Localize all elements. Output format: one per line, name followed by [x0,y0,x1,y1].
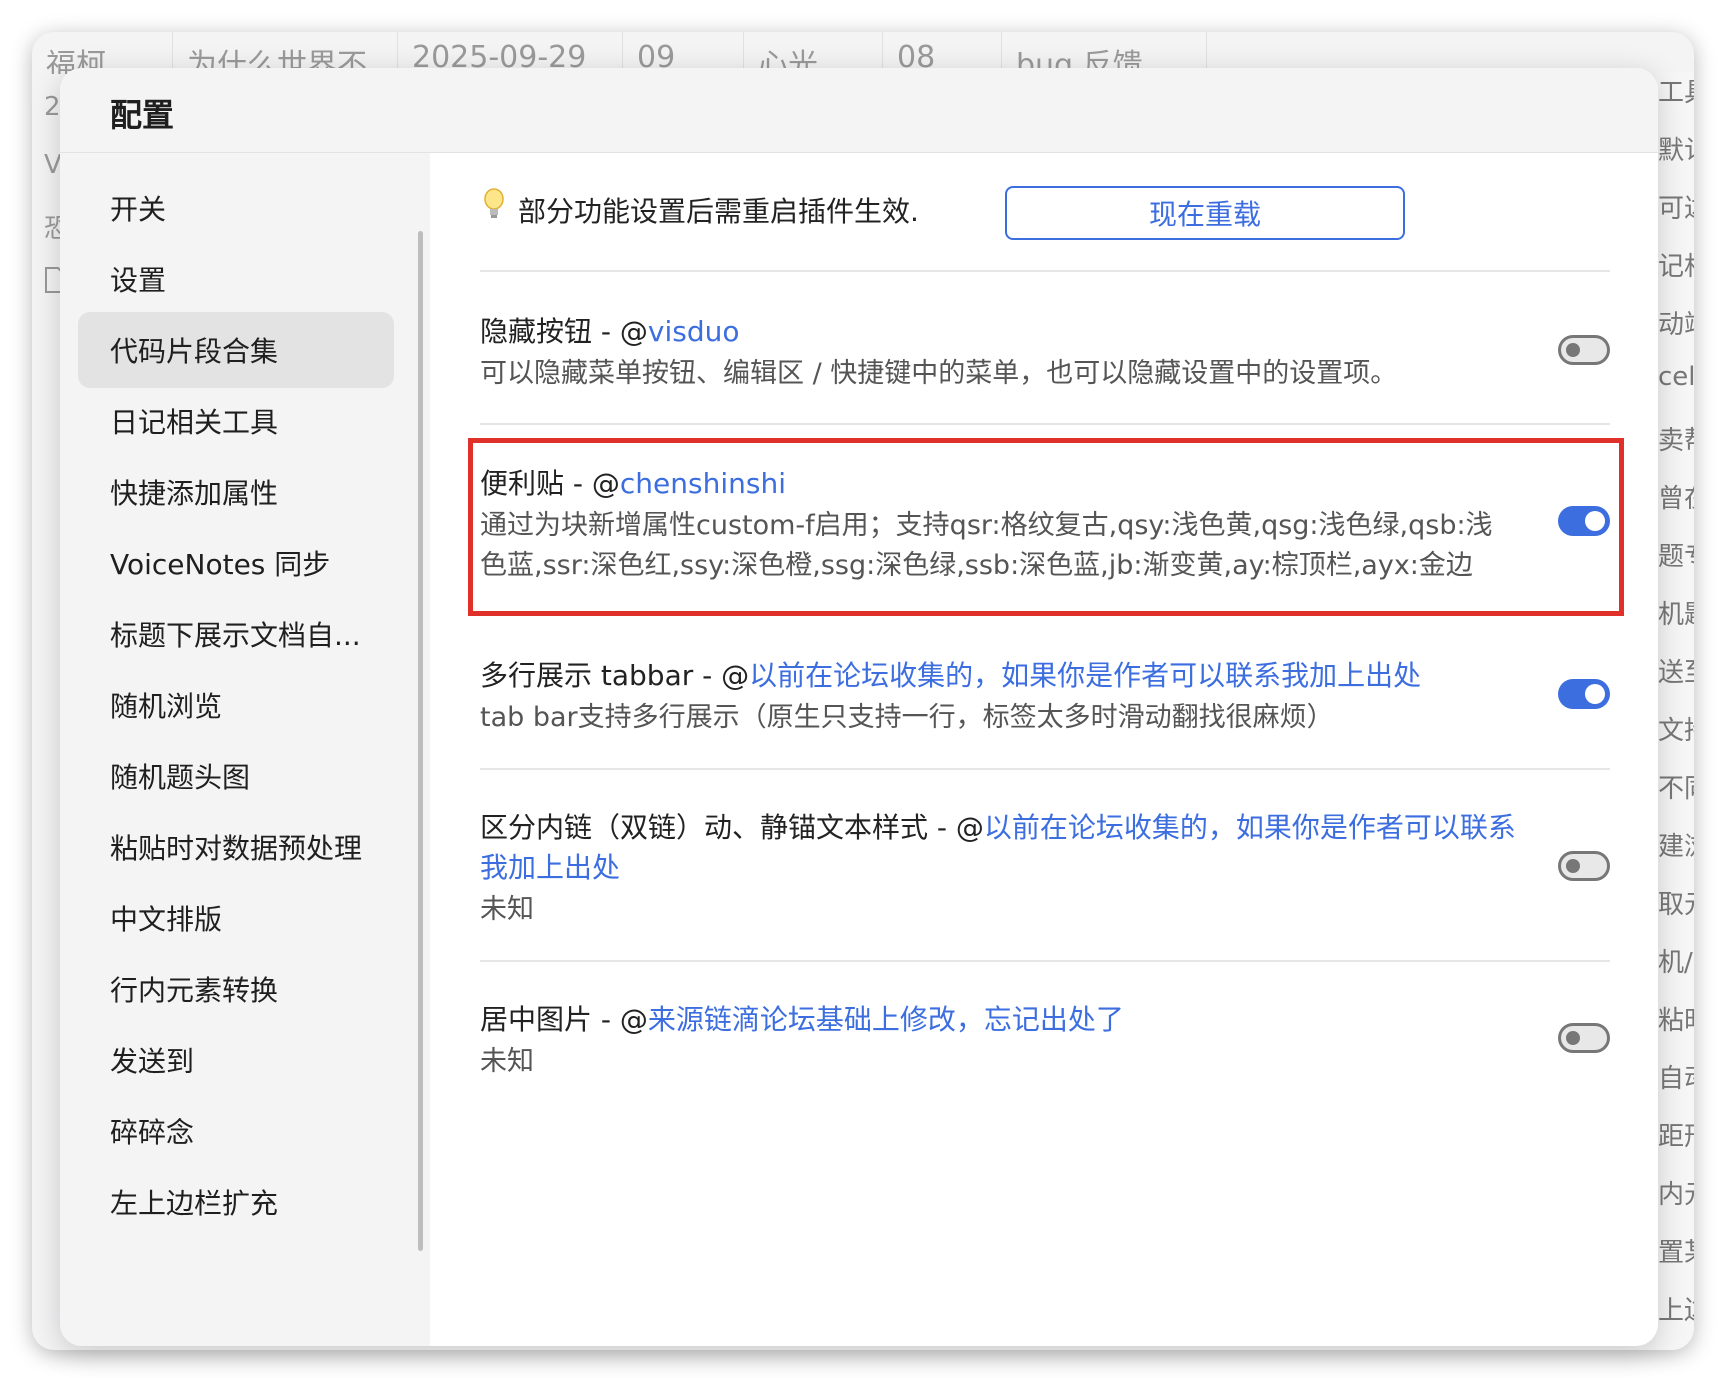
sidebar-item-memos[interactable]: 碎碎念 [78,1093,394,1169]
author-link[interactable]: chenshinshi [620,467,786,500]
sidebar-item-title-doc-info[interactable]: 标题下展示文档自... [78,596,394,672]
setting-desc: 未知 [480,1046,534,1077]
author-link[interactable]: 以前在论坛收集的，如果你是作者可以联系我加上出处 [749,659,1421,692]
sidebar-scrollbar[interactable] [418,231,423,1251]
setting-title-sticky-note: 便利贴 - @chenshinshi [480,462,786,502]
toggle-knob [1585,684,1605,704]
setting-desc: tab bar支持多行展示（原生只支持一行，标签太多时滑动翻找很麻烦） [480,702,1334,733]
background-right-text: 动端 [1658,310,1694,340]
reload-now-button[interactable]: 现在重载 [1005,186,1405,240]
author-link[interactable]: visduo [648,315,740,348]
setting-title-link-styles-cont: 我加上出处 [480,846,620,886]
background-right-text: cel [1658,362,1694,392]
toggle-center-image[interactable] [1558,1023,1610,1053]
toggle-knob [1585,511,1605,531]
background-right-text: 题专 [1658,542,1694,572]
setting-title-text: 隐藏按钮 - @ [480,315,648,348]
background-right-text: 上边 [1658,1296,1694,1326]
background-right-text: 不同 [1658,774,1694,804]
sidebar-item-voicenotes-sync[interactable]: VoiceNotes 同步 [78,525,394,601]
setting-desc: 通过为块新增属性custom-f启用；支持qsr:格纹复古,qsy:浅色黄,qs… [480,510,1493,541]
background-right-text: 粘时 [1658,1006,1694,1036]
toggle-multiline-tabbar[interactable] [1558,679,1610,709]
background-right-text: 置某 [1658,1238,1694,1268]
toggle-knob [1566,859,1580,873]
background-right-text: 机题 [1658,600,1694,630]
background-right-text: 工具 [1658,78,1694,108]
sidebar-item-inline-convert[interactable]: 行内元素转换 [78,951,394,1027]
toggle-hide-buttons[interactable] [1558,335,1610,365]
sidebar-item-topleft-expand[interactable]: 左上边栏扩充 [78,1164,394,1240]
toggle-sticky-note[interactable] [1558,506,1610,536]
setting-title-text: 多行展示 tabbar - @ [480,659,750,692]
background-right-column: 工具 默认 可达 记相 动端 cel 卖帮 曾在 题专 机题 送至 文持 不同 … [1656,72,1694,1350]
divider [480,270,1610,272]
sidebar-item-quick-attributes[interactable]: 快捷添加属性 [78,454,394,530]
background-right-text: 送至 [1658,658,1694,688]
sidebar-item-paste-preprocess[interactable]: 粘贴时对数据预处理 [78,809,394,885]
background-right-text: 可达 [1658,194,1694,224]
divider [480,423,1610,425]
background-right-text: 建浏 [1658,832,1694,862]
setting-desc: 可以隐藏菜单按钮、编辑区 / 快捷键中的菜单，也可以隐藏设置中的设置项。 [480,358,1398,389]
sidebar-item-code-snippets[interactable]: 代码片段合集 [78,312,394,388]
background-right-text: 距形 [1658,1122,1694,1152]
sidebar-item-switch[interactable]: 开关 [78,170,394,246]
background-right-text: 记相 [1658,252,1694,282]
author-link[interactable]: 我加上出处 [480,851,620,884]
author-link[interactable]: 以前在论坛收集的，如果你是作者可以联系 [984,811,1516,844]
author-link[interactable]: 来源链滴论坛基础上修改，忘记出处了 [648,1003,1124,1036]
background-right-text: 机/匠 [1658,948,1694,978]
toggle-knob [1566,1031,1580,1045]
background-right-text: 内元 [1658,1180,1694,1210]
setting-title-center-image: 居中图片 - @来源链滴论坛基础上修改，忘记出处了 [480,998,1124,1038]
config-sidebar: 开关 设置 代码片段合集 日记相关工具 快捷添加属性 VoiceNotes 同步… [60,153,430,1346]
toggle-knob [1566,343,1580,357]
setting-title-multiline-tabbar: 多行展示 tabbar - @以前在论坛收集的，如果你是作者可以联系我加上出处 [480,654,1421,694]
dialog-title: 配置 [110,96,175,134]
divider [480,960,1610,962]
lightbulb-icon [483,188,505,224]
setting-title-text: 便利贴 - @ [480,467,620,500]
setting-title-link-styles: 区分内链（双链）动、静锚文本样式 - @以前在论坛收集的，如果你是作者可以联系 [480,806,1516,846]
divider [480,768,1610,770]
background-right-text: 默认 [1658,136,1694,166]
sidebar-item-chinese-typesetting[interactable]: 中文排版 [78,880,394,956]
notice-text: 部分功能设置后需重启插件生效. [518,195,919,228]
sidebar-item-send-to[interactable]: 发送到 [78,1022,394,1098]
setting-desc: 未知 [480,894,534,925]
sidebar-item-random-browse[interactable]: 随机浏览 [78,667,394,743]
background-right-text: 文持 [1658,716,1694,746]
setting-desc: 色蓝,ssr:深色红,ssy:深色橙,ssg:深色绿,ssb:深色蓝,jb:渐变… [480,550,1473,581]
sidebar-item-diary-tools[interactable]: 日记相关工具 [78,383,394,459]
sidebar-item-settings[interactable]: 设置 [78,241,394,317]
setting-title-text: 区分内链（双链）动、静锚文本样式 - @ [480,811,984,844]
background-right-text: 取元 [1658,890,1694,920]
setting-title-hide-buttons: 隐藏按钮 - @visduo [480,310,740,350]
toggle-link-styles[interactable] [1558,851,1610,881]
background-right-text: 卖帮 [1658,426,1694,456]
background-right-text: 曾在 [1658,484,1694,514]
background-right-text: 自动 [1658,1064,1694,1094]
setting-title-text: 居中图片 - @ [480,1003,648,1036]
dialog-header: 配置 [60,68,1658,153]
sidebar-item-random-banner[interactable]: 随机题头图 [78,738,394,814]
